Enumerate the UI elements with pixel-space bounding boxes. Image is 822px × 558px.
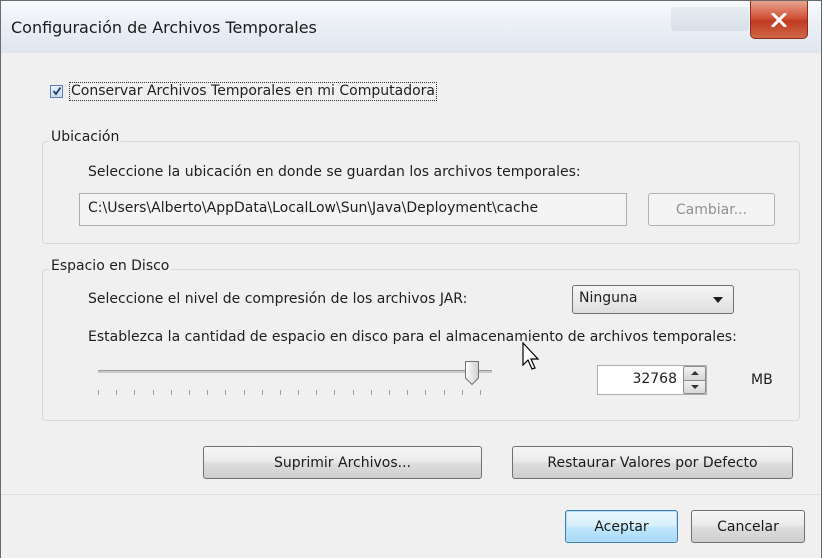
space-amount-value: 32768 (632, 371, 677, 387)
slider-tick (425, 390, 427, 395)
slider-tick (480, 390, 481, 395)
slider-tick (461, 390, 463, 395)
location-prompt: Seleccione la ubicación en donde se guar… (88, 164, 581, 180)
slider-tick (98, 390, 99, 395)
spin-down-button[interactable] (683, 379, 706, 394)
slider-tick (389, 390, 391, 395)
compression-value: Ninguna (579, 290, 638, 306)
location-legend: Ubicación (49, 129, 122, 145)
slider-tick (334, 390, 336, 395)
slider-tick (116, 390, 118, 395)
window-title: Configuración de Archivos Temporales (11, 18, 317, 37)
change-location-button[interactable]: Cambiar... (648, 193, 775, 226)
keep-files-checkbox[interactable] (50, 84, 63, 98)
slider-tick (188, 390, 190, 395)
ok-button[interactable]: Aceptar (565, 510, 678, 543)
space-prompt: Establezca la cantidad de espacio en dis… (88, 329, 737, 345)
title-bar[interactable]: Configuración de Archivos Temporales (1, 1, 821, 54)
spin-up-button[interactable] (683, 366, 706, 380)
close-icon (771, 12, 787, 27)
slider-tick (152, 390, 154, 395)
slider-tick (298, 390, 300, 395)
space-unit: MB (751, 372, 773, 388)
slider-tick (170, 390, 172, 395)
restore-defaults-button[interactable]: Restaurar Valores por Defecto (512, 446, 793, 479)
delete-files-button[interactable]: Suprimir Archivos... (203, 446, 482, 479)
arrow-down-icon (690, 384, 699, 389)
slider-tick (279, 390, 281, 395)
compression-dropdown[interactable]: Ninguna (572, 285, 734, 314)
keep-files-checkbox-row[interactable]: Conservar Archivos Temporales en mi Comp… (50, 81, 437, 101)
slider-tick (407, 390, 409, 395)
slider-tick (352, 390, 354, 395)
disk-space-slider-track[interactable] (98, 370, 492, 373)
slider-tick (370, 390, 372, 395)
cache-path-field[interactable]: C:\Users\Alberto\AppData\LocalLow\Sun\Ja… (79, 193, 627, 226)
space-spinner[interactable] (683, 366, 706, 394)
checkmark-icon (52, 86, 61, 96)
slider-tick (261, 390, 263, 395)
disk-space-legend: Espacio en Disco (49, 258, 172, 274)
dropdown-arrow-icon (713, 297, 723, 303)
keep-files-label: Conservar Archivos Temporales en mi Comp… (69, 81, 437, 101)
slider-tick (316, 390, 318, 395)
disk-space-slider-thumb[interactable] (464, 360, 480, 386)
slider-tick (443, 390, 445, 395)
close-button[interactable] (750, 1, 808, 39)
background-window-tab (671, 7, 749, 31)
slider-tick (243, 390, 245, 395)
mouse-pointer-icon (522, 342, 540, 370)
slider-tick (134, 390, 136, 395)
arrow-up-icon (690, 371, 699, 376)
slider-tick (207, 390, 209, 395)
compression-prompt: Seleccione el nivel de compresión de los… (88, 291, 468, 307)
cancel-button[interactable]: Cancelar (691, 510, 805, 543)
slider-tick (225, 390, 227, 395)
